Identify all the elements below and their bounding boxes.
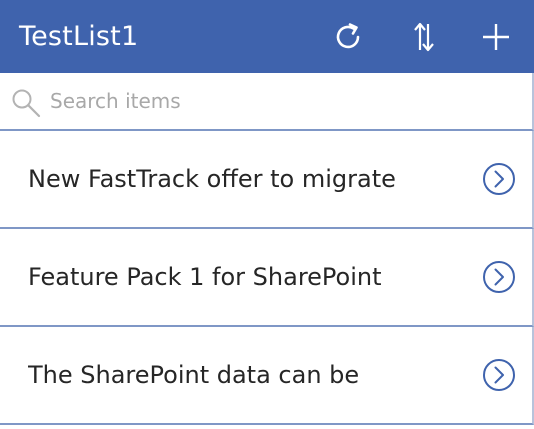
app-window: TestList1 Search items New FastTrack off… [0,0,534,429]
chevron-right-circle-icon[interactable] [482,260,516,294]
sort-button[interactable] [404,17,444,57]
list-item-title: The SharePoint data can be [28,361,360,389]
chevron-right-circle-icon[interactable] [482,162,516,196]
search-bar [0,73,534,131]
list-item[interactable]: The SharePoint data can be [0,327,534,425]
search-input[interactable] [50,83,520,119]
header-bar: TestList1 [0,0,534,73]
sort-icon [414,22,434,52]
items-gallery: New FastTrack offer to migrate Feature P… [0,131,534,425]
search-icon [12,89,41,118]
page-title: TestList1 [19,21,139,52]
chevron-right-circle-icon[interactable] [482,358,516,392]
refresh-button[interactable] [328,17,368,57]
add-button[interactable] [476,17,516,57]
list-item[interactable]: Feature Pack 1 for SharePoint [0,229,534,327]
list-item[interactable]: New FastTrack offer to migrate [0,131,534,229]
list-item-title: Feature Pack 1 for SharePoint [28,263,382,291]
refresh-icon [336,23,360,49]
add-icon [483,24,509,50]
list-item-title: New FastTrack offer to migrate [28,165,396,193]
